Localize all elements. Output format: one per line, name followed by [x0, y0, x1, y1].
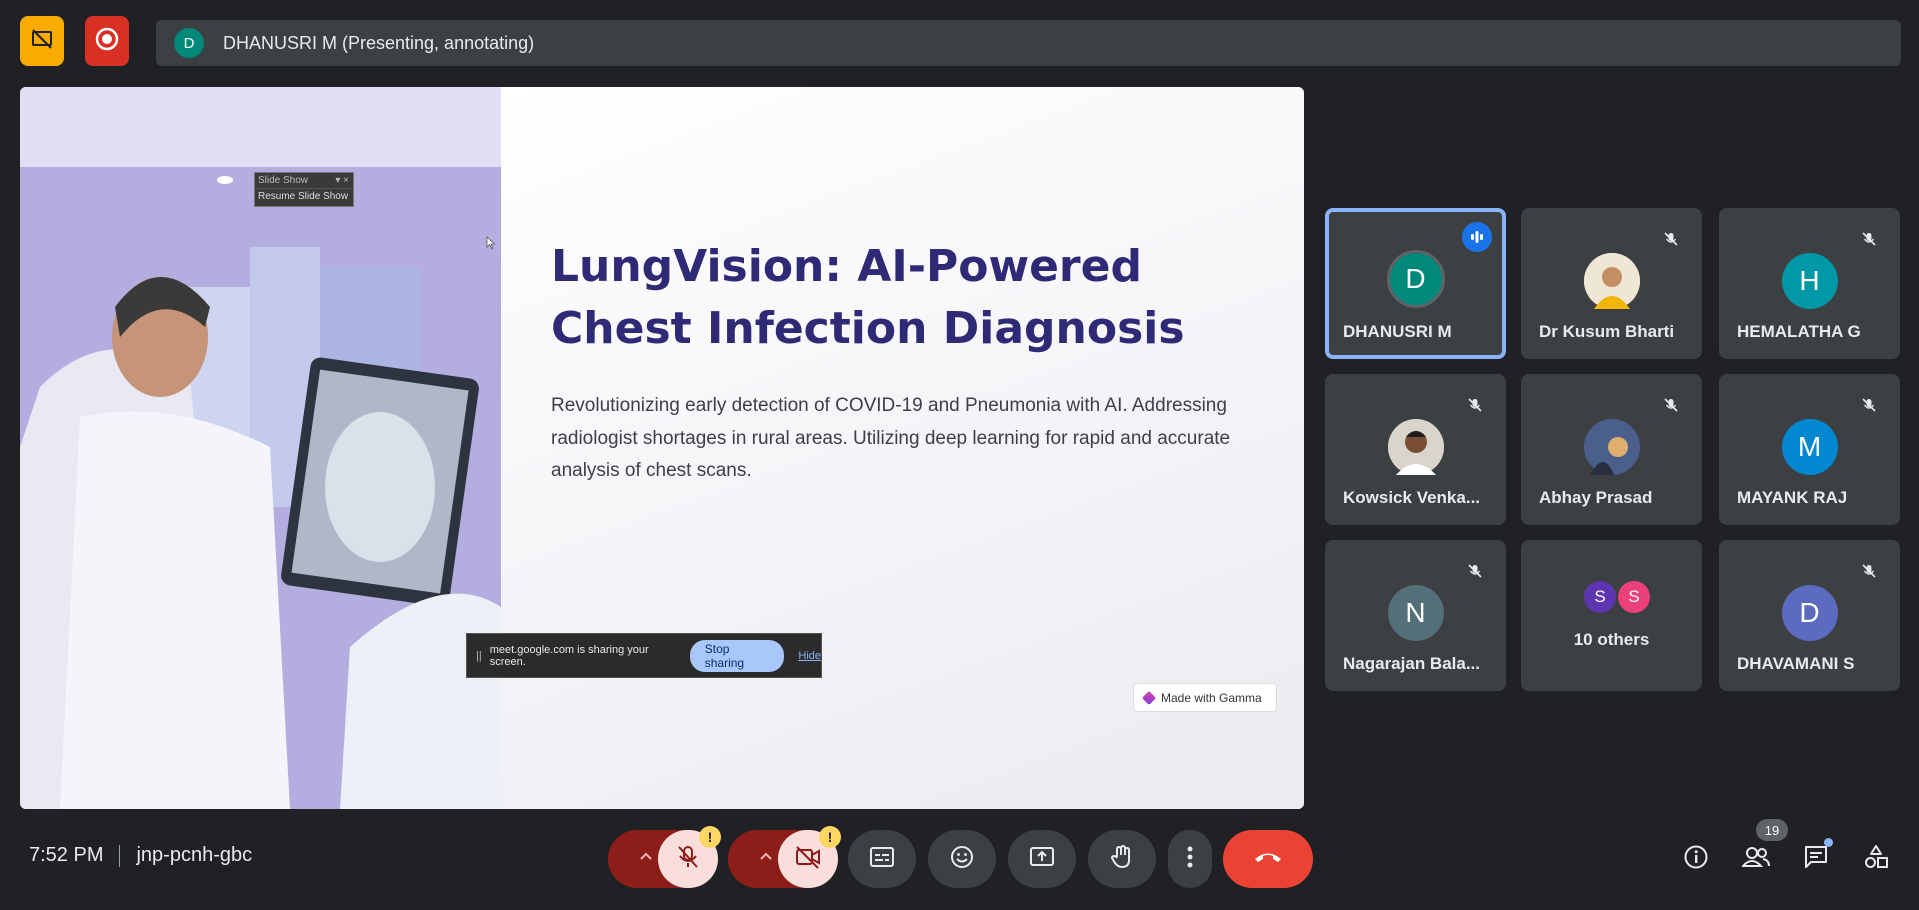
presenter-label: DHANUSRI M (Presenting, annotating)	[223, 32, 535, 53]
mic-off-icon	[1856, 226, 1882, 252]
slideshow-title: Slide Show	[258, 175, 309, 186]
mic-off-icon	[1658, 226, 1684, 252]
meeting-code: jnp-pcnh-gbc	[136, 844, 253, 866]
close-icon[interactable]: ▾ ×	[335, 173, 349, 188]
presentation-toggle-button[interactable]	[20, 16, 64, 66]
chat-icon	[1803, 844, 1829, 875]
others-tile[interactable]: S S 10 others	[1521, 540, 1702, 691]
hand-icon	[1110, 844, 1134, 875]
participant-name: HEMALATHA G	[1737, 322, 1861, 341]
activities-button[interactable]	[1856, 830, 1896, 888]
more-options-button[interactable]	[1168, 830, 1212, 888]
participant-name: Dr Kusum Bharti	[1539, 322, 1675, 341]
participant-tile[interactable]: Abhay Prasad	[1521, 374, 1702, 525]
participant-name: DHAVAMANI S	[1737, 654, 1855, 673]
reactions-button[interactable]	[928, 830, 996, 888]
avatar	[1583, 419, 1640, 475]
participant-tile[interactable]: N Nagarajan Bala...	[1325, 540, 1506, 691]
stop-sharing-button[interactable]: Stop sharing	[689, 639, 785, 672]
more-vertical-icon	[1187, 846, 1193, 873]
mic-off-icon	[1856, 558, 1882, 584]
presenter-banner: D DHANUSRI M (Presenting, annotating)	[156, 20, 1901, 66]
people-count-badge: 19	[1756, 819, 1788, 841]
participant-tile[interactable]: D DHANUSRI M	[1325, 208, 1506, 359]
record-icon	[94, 26, 120, 57]
recording-button[interactable]	[85, 16, 129, 66]
avatar: N	[1387, 585, 1444, 641]
shapes-icon	[1863, 844, 1889, 875]
emoji-icon	[949, 844, 975, 875]
participant-name: Nagarajan Bala...	[1343, 654, 1481, 673]
mic-off-icon	[1658, 392, 1684, 418]
camera-button[interactable]: !	[778, 826, 841, 888]
participant-name: DHANUSRI M	[1343, 322, 1452, 341]
info-icon	[1683, 844, 1709, 875]
participant-tile[interactable]: H HEMALATHA G	[1719, 208, 1900, 359]
presenter-avatar: D	[174, 28, 204, 58]
mic-off-icon	[1462, 392, 1488, 418]
others-count-label: 10 others	[1573, 630, 1650, 649]
hide-link[interactable]: Hide	[798, 650, 821, 662]
meeting-info: 7:52 PM jnp-pcnh-gbc	[29, 844, 252, 867]
drag-handle-icon[interactable]: ||	[476, 650, 482, 662]
present-screen-button[interactable]	[1008, 830, 1076, 888]
made-with-gamma-badge[interactable]: Made with Gamma	[1133, 683, 1277, 712]
chat-button[interactable]	[1796, 830, 1836, 888]
participant-name: MAYANK RAJ	[1737, 488, 1848, 507]
end-call-icon	[1253, 850, 1283, 869]
slide-body-text: Revolutionizing early detection of COVID…	[551, 395, 1231, 481]
leave-call-button[interactable]	[1223, 830, 1313, 888]
microphone-button[interactable]: !	[658, 826, 721, 888]
share-message: meet.google.com is sharing your screen.	[489, 643, 649, 668]
mic-off-icon	[1462, 558, 1488, 584]
avatar	[1583, 253, 1640, 309]
avatar	[1387, 419, 1444, 475]
warning-icon: !	[819, 826, 841, 848]
speaking-indicator-icon	[1462, 222, 1492, 252]
slide-title: LungVision: AI-Powered Chest Infection D…	[551, 241, 1185, 354]
screen-share-bar: || meet.google.com is sharing your scree…	[466, 633, 822, 678]
mic-off-icon	[1856, 392, 1882, 418]
gamma-badge-label: Made with Gamma	[1161, 690, 1262, 705]
mouse-cursor-icon	[486, 236, 496, 255]
avatar: S	[1584, 581, 1616, 613]
clock-time: 7:52 PM	[29, 844, 104, 866]
chevron-up-icon	[758, 849, 774, 870]
present-icon	[1029, 845, 1055, 874]
avatar: H	[1781, 253, 1838, 309]
resume-slideshow-link[interactable]: Resume Slide Show	[255, 189, 353, 205]
avatar: D	[1781, 585, 1838, 641]
divider	[119, 844, 121, 867]
participant-name: Abhay Prasad	[1539, 488, 1653, 507]
meeting-details-button[interactable]	[1676, 830, 1716, 888]
raise-hand-button[interactable]	[1088, 830, 1156, 888]
participant-tile[interactable]: Dr Kusum Bharti	[1521, 208, 1702, 359]
participant-name: Kowsick Venka...	[1343, 488, 1481, 507]
captions-icon	[869, 846, 895, 873]
people-icon	[1740, 845, 1770, 874]
gamma-logo-icon	[1141, 690, 1157, 705]
no-present-icon	[30, 27, 54, 56]
captions-button[interactable]	[848, 830, 916, 888]
avatar: M	[1781, 419, 1838, 475]
avatar: D	[1386, 250, 1445, 308]
participant-tile[interactable]: M MAYANK RAJ	[1719, 374, 1900, 525]
mic-off-icon	[675, 844, 701, 875]
avatar: S	[1618, 581, 1650, 613]
slideshow-popup: Slide Show ▾ × Resume Slide Show	[254, 172, 354, 207]
unread-dot	[1824, 838, 1833, 847]
participant-tile[interactable]: D DHAVAMANI S	[1719, 540, 1900, 691]
warning-icon: !	[699, 826, 721, 848]
camera-off-icon	[794, 844, 822, 875]
chevron-up-icon	[638, 849, 654, 870]
participant-tile[interactable]: Kowsick Venka...	[1325, 374, 1506, 525]
